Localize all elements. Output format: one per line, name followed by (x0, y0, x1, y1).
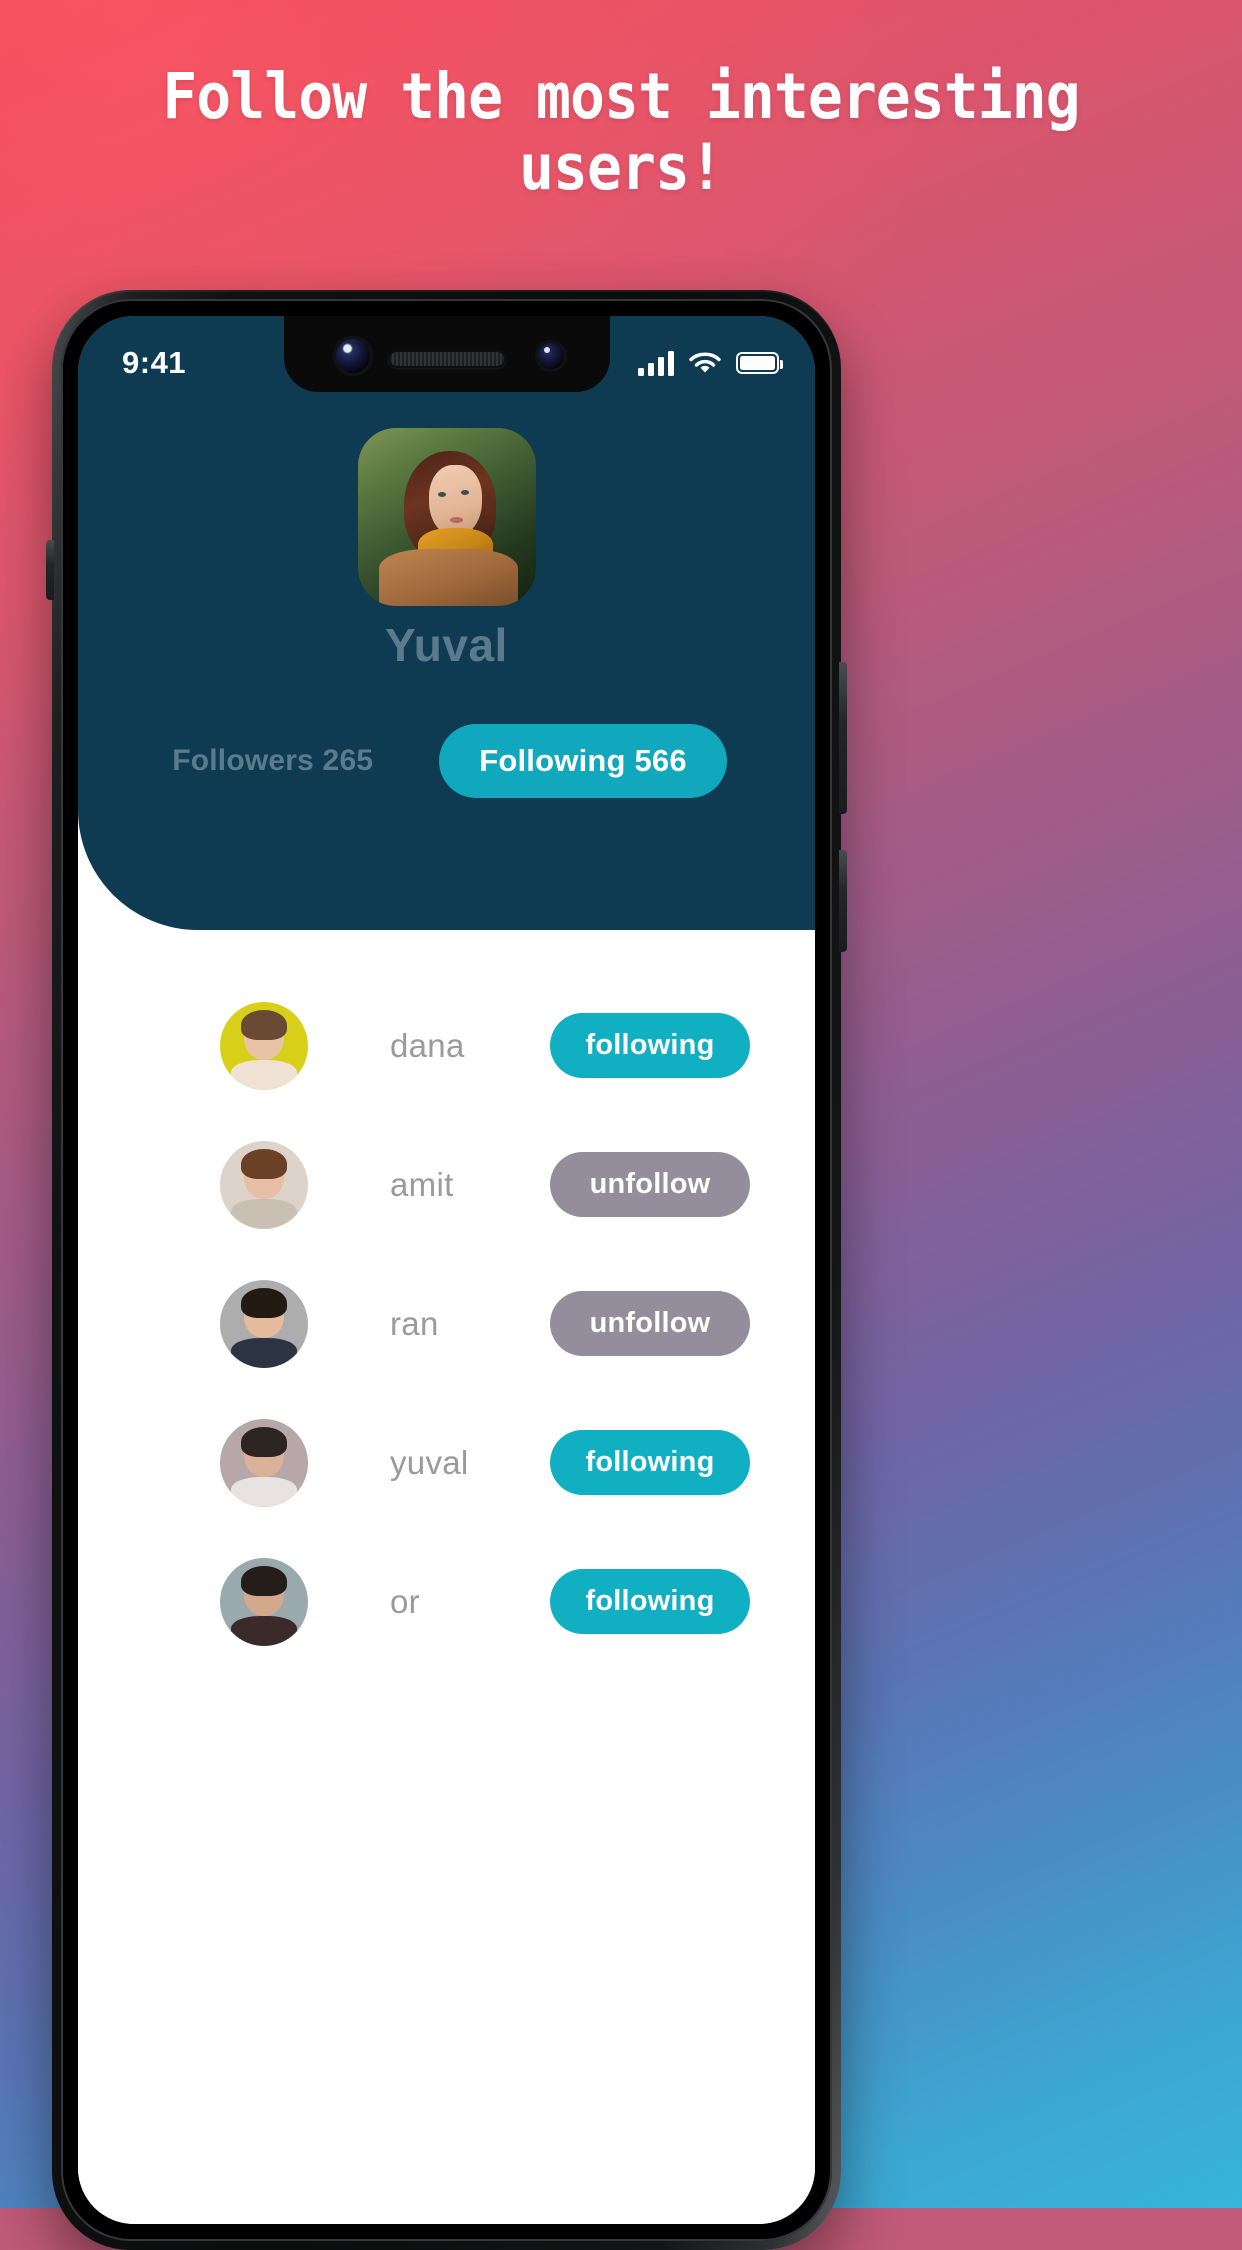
unfollow-button[interactable]: unfollow (550, 1152, 750, 1217)
front-camera-icon (335, 339, 370, 373)
user-name: amit (390, 1165, 454, 1203)
status-clock: 9:41 (122, 345, 187, 380)
phone-notch (283, 316, 610, 392)
avatar-hair (241, 1566, 287, 1597)
phone-screen: 9:41 Yuval Followers 265 Following 566 d… (78, 316, 815, 2224)
user-avatar[interactable] (220, 1140, 308, 1229)
list-item[interactable]: amit unfollow (78, 1115, 815, 1254)
list-item[interactable]: dana following (78, 976, 815, 1115)
list-item[interactable]: or following (78, 1532, 815, 1671)
user-avatar[interactable] (220, 1557, 308, 1646)
user-name: or (390, 1582, 420, 1620)
list-item[interactable]: yuval following (78, 1393, 815, 1532)
avatar-body (230, 1198, 298, 1229)
following-button[interactable]: following (550, 1013, 750, 1078)
avatar-body (230, 1615, 298, 1646)
user-avatar[interactable] (220, 1279, 308, 1368)
signal-bars-icon (638, 350, 674, 376)
tab-following[interactable]: Following 566 (439, 724, 727, 798)
avatar-hair (241, 1288, 287, 1319)
avatar-body (230, 1337, 298, 1368)
unfollow-button[interactable]: unfollow (550, 1291, 750, 1356)
user-name: dana (390, 1026, 465, 1064)
avatar-hair (241, 1010, 287, 1041)
wifi-icon (689, 352, 721, 373)
phone-mute-switch[interactable] (46, 540, 54, 600)
profile-name: Yuval (385, 619, 508, 671)
following-button[interactable]: following (550, 1430, 750, 1495)
phone-power-button[interactable] (839, 662, 847, 814)
list-item[interactable]: ran unfollow (78, 1254, 815, 1393)
following-button[interactable]: following (550, 1569, 750, 1634)
status-icon-group (638, 350, 783, 376)
avatar-lips (450, 517, 464, 523)
avatar-body (230, 1059, 298, 1090)
earpiece-speaker-icon (387, 350, 506, 368)
phone-mockup: 9:41 Yuval Followers 265 Following 566 d… (46, 290, 847, 2250)
user-name: yuval (390, 1443, 469, 1481)
avatar-body (230, 1476, 298, 1507)
profile-avatar[interactable] (357, 428, 536, 606)
avatar-hair (241, 1427, 287, 1458)
avatar-face (428, 465, 483, 537)
user-name: ran (390, 1304, 439, 1342)
poster-headline: Follow the most interesting users! (162, 60, 1080, 204)
battery-full-icon (736, 352, 783, 374)
avatar-coat (378, 549, 518, 606)
phone-volume-button[interactable] (839, 850, 847, 952)
user-avatar[interactable] (220, 1001, 308, 1090)
user-list: dana following amit unfollow ran unfollow yuva… (78, 930, 815, 2224)
avatar-hair (241, 1149, 287, 1180)
infrared-camera-icon (537, 343, 564, 369)
user-avatar[interactable] (220, 1418, 308, 1507)
tab-followers[interactable]: Followers 265 (166, 728, 379, 794)
follow-tabs: Followers 265 Following 566 (78, 724, 815, 798)
